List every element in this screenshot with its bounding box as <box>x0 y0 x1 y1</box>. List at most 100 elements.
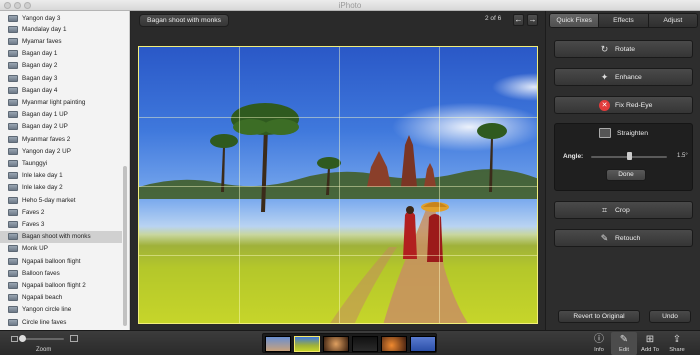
zoom-label: Zoom <box>36 347 52 353</box>
undo-button[interactable]: Undo <box>649 310 691 323</box>
sidebar-item[interactable]: Faves 2 <box>0 206 122 218</box>
sidebar-item[interactable]: Myanmar light painting <box>0 96 122 108</box>
zoom-slider-track[interactable] <box>22 338 64 340</box>
album-icon <box>8 86 18 94</box>
sidebar-item-label: Bagan day 2 UP <box>22 123 68 131</box>
photo-counter: 2 of 6 <box>485 15 502 22</box>
sidebar-item[interactable]: Inle lake day 1 <box>0 170 122 182</box>
rotate-button[interactable]: ↻ Rotate <box>554 40 693 58</box>
crop-grid-line <box>139 255 537 256</box>
album-icon <box>8 111 18 119</box>
sidebar-item[interactable]: Balloon faves <box>0 267 122 279</box>
sidebar-item[interactable]: Myamar faves <box>0 35 122 47</box>
album-icon <box>8 14 18 22</box>
sidebar-item[interactable]: Bagan day 4 <box>0 84 122 96</box>
crop-grid-line <box>139 186 537 187</box>
retouch-label: Retouch <box>615 235 641 242</box>
thumbnail[interactable] <box>410 336 436 352</box>
enhance-button[interactable]: ✦ Enhance <box>554 68 693 86</box>
brush-icon: ✎ <box>600 233 609 243</box>
sidebar-item-label: Monk UP <box>22 245 48 253</box>
tab-adjust[interactable]: Adjust <box>648 14 697 27</box>
thumbnail[interactable] <box>265 336 291 352</box>
album-icon <box>8 25 18 33</box>
share-button[interactable]: ⇪ Share <box>664 332 690 355</box>
sidebar-item[interactable]: Myanmar faves 2 <box>0 133 122 145</box>
tab-quick-fixes[interactable]: Quick Fixes <box>550 14 600 27</box>
done-button[interactable]: Done <box>606 169 646 181</box>
sidebar-item[interactable]: Inle lake day 2 <box>0 182 122 194</box>
sidebar-item[interactable]: Ngapali balloon flight <box>0 255 122 267</box>
thumbnail-strip <box>262 333 437 353</box>
info-button[interactable]: ⓘ Info <box>586 332 612 355</box>
sidebar-item[interactable]: Bagan day 1 UP <box>0 109 122 121</box>
album-icon <box>8 257 18 265</box>
sidebar-item[interactable]: Mandalay day 1 <box>0 23 122 35</box>
photo-viewer: Bagan shoot with monks 2 of 6 ← → <box>131 11 545 330</box>
sidebar-item[interactable]: Ngapali beach <box>0 292 122 304</box>
edit-panel: Quick Fixes Effects Adjust ↻ Rotate ✦ En… <box>545 11 700 330</box>
zoom-in-icon[interactable] <box>70 335 78 342</box>
plus-icon: ⊞ <box>645 334 655 345</box>
sidebar-item[interactable]: Bagan day 2 <box>0 60 122 72</box>
sidebar-item[interactable]: Circle line faves <box>0 316 122 328</box>
info-label: Info <box>594 347 604 353</box>
sidebar-item[interactable]: Ngapali balloon flight 2 <box>0 279 122 291</box>
crop-icon: ⌗ <box>601 205 608 215</box>
angle-label: Angle: <box>563 153 584 160</box>
pencil-icon: ✎ <box>619 334 629 345</box>
album-title-pill: Bagan shoot with monks <box>139 14 230 27</box>
thumbnail-selected[interactable] <box>294 336 320 352</box>
sidebar-item-label: Ngapali balloon flight 2 <box>22 281 86 289</box>
zoom-out-icon[interactable] <box>11 336 18 342</box>
photo-image[interactable] <box>138 46 538 324</box>
album-icon <box>8 50 18 58</box>
sidebar-item[interactable]: Bagan day 3 <box>0 72 122 84</box>
album-icon <box>8 294 18 302</box>
album-icon <box>8 123 18 131</box>
thumbnail[interactable] <box>323 336 349 352</box>
revert-to-original-button[interactable]: Revert to Original <box>558 310 640 323</box>
sidebar-item[interactable]: Faves 3 <box>0 218 122 230</box>
next-photo-button[interactable]: → <box>527 14 538 26</box>
sidebar-item[interactable]: Monk UP <box>0 243 122 255</box>
album-icon <box>8 135 18 143</box>
album-icon <box>8 233 18 241</box>
edit-button[interactable]: ✎ Edit <box>611 332 637 355</box>
add-to-button[interactable]: ⊞ Add To <box>637 332 663 355</box>
previous-photo-button[interactable]: ← <box>513 14 524 26</box>
fix-red-eye-label: Fix Red-Eye <box>615 102 653 109</box>
sidebar-item-label: Mandalay day 1 <box>22 25 67 33</box>
sidebar-item[interactable]: Bagan day 1 <box>0 48 122 60</box>
sidebar-scrollbar[interactable] <box>123 166 127 326</box>
thumbnail[interactable] <box>352 336 378 352</box>
sidebar-item-label: Faves 3 <box>22 220 45 228</box>
sidebar-item[interactable]: Bagan day 2 UP <box>0 121 122 133</box>
sidebar-item[interactable]: Taunggyi <box>0 157 122 169</box>
album-icon <box>8 147 18 155</box>
sidebar-item-selected[interactable]: Bagan shoot with monks <box>0 230 122 243</box>
album-icon <box>8 74 18 82</box>
angle-slider-knob[interactable] <box>627 152 632 160</box>
sidebar-item-label: Balloon faves <box>22 269 60 277</box>
sidebar-item-label: Bagan day 2 <box>22 62 58 70</box>
sidebar-item-label: Ngapali balloon flight <box>22 257 81 265</box>
sidebar-item[interactable]: Heho 5-day market <box>0 194 122 206</box>
sidebar-item-label: Myanmar faves 2 <box>22 135 71 143</box>
zoom-slider-knob[interactable] <box>19 335 26 342</box>
sidebar-item-label: Yangon day 3 <box>22 14 61 22</box>
arrow-right-icon: → <box>528 15 537 24</box>
red-eye-icon: ✕ <box>599 100 610 111</box>
sidebar-item[interactable]: Yangon circle line <box>0 304 122 316</box>
retouch-button[interactable]: ✎ Retouch <box>554 229 693 247</box>
tab-effects[interactable]: Effects <box>599 14 649 27</box>
album-icon <box>8 98 18 106</box>
sidebar-item-label: Bagan day 4 <box>22 86 58 94</box>
thumbnail[interactable] <box>381 336 407 352</box>
crop-button[interactable]: ⌗ Crop <box>554 201 693 219</box>
straighten-title: Straighten <box>617 130 648 137</box>
sidebar-item-label: Myanmar light painting <box>22 98 86 106</box>
fix-red-eye-button[interactable]: ✕ Fix Red-Eye <box>554 96 693 114</box>
sidebar-item[interactable]: Yangon day 2 UP <box>0 145 122 157</box>
iphoto-window: iPhoto Yangon day 3 Mandalay day 1 Myama… <box>0 0 700 355</box>
